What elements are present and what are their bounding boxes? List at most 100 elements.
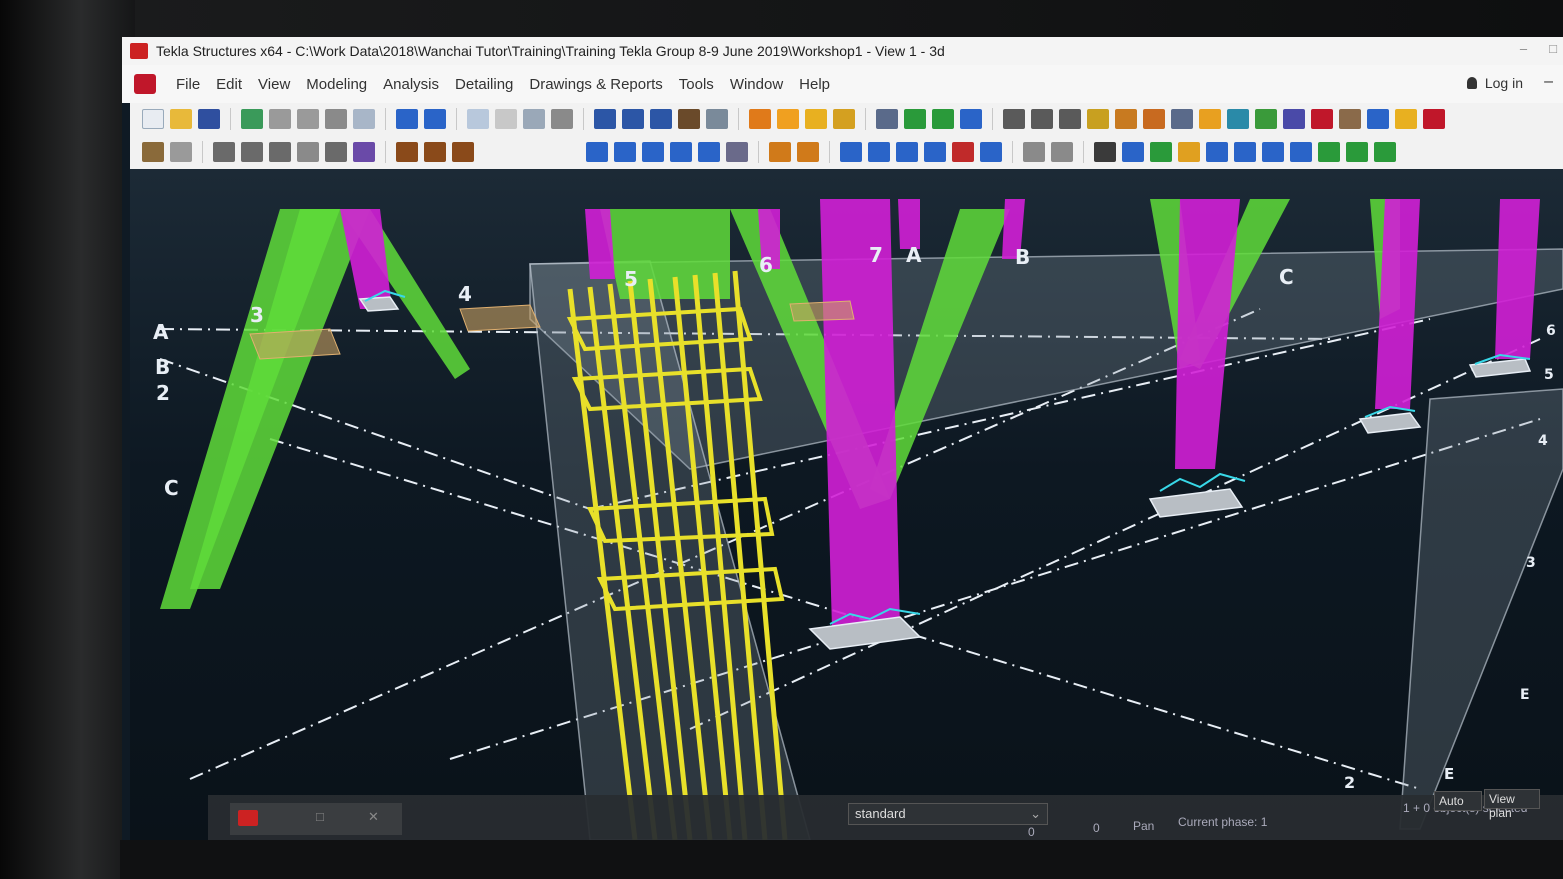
select-object-icon[interactable]: [932, 109, 954, 129]
auto-select-combo[interactable]: Auto: [1434, 791, 1482, 811]
cut-polygon-icon[interactable]: [868, 142, 890, 162]
concrete-beam-icon[interactable]: [241, 142, 263, 162]
paste-icon[interactable]: [495, 109, 517, 129]
menu-modeling[interactable]: Modeling: [306, 76, 367, 93]
panel-icon[interactable]: [325, 142, 347, 162]
catalog-icon[interactable]: [353, 109, 375, 129]
close-icon[interactable]: ✕: [368, 809, 379, 825]
bolt-icon[interactable]: [769, 142, 791, 162]
taskbar-preview[interactable]: □ ✕: [230, 803, 402, 835]
detail-icon[interactable]: [1206, 142, 1228, 162]
snap-icon[interactable]: [1227, 109, 1249, 129]
copy-icon[interactable]: [467, 109, 489, 129]
rebar-mesh-icon[interactable]: [452, 142, 474, 162]
angle-icon[interactable]: [1087, 109, 1109, 129]
curved-beam-icon[interactable]: [670, 142, 692, 162]
seam-icon[interactable]: [1234, 142, 1256, 162]
open-model-icon[interactable]: [170, 109, 192, 129]
cut-line-icon[interactable]: [840, 142, 862, 162]
pad-footing-icon[interactable]: [142, 142, 164, 162]
maximize-icon[interactable]: □: [316, 809, 324, 824]
menu-edit[interactable]: Edit: [216, 76, 242, 93]
new-model-icon[interactable]: [142, 109, 164, 129]
menu-detailing[interactable]: Detailing: [455, 76, 513, 93]
minimize-button[interactable]: –: [1520, 41, 1527, 56]
model-view-3d[interactable]: A B 2 3 4 5 6 7 A B C C E E 2 3 4 5 6: [130, 169, 1563, 840]
frame-icon[interactable]: [1003, 109, 1025, 129]
polybeam-icon[interactable]: [269, 142, 291, 162]
maximize-button[interactable]: □: [1549, 41, 1557, 56]
model-icon[interactable]: [297, 109, 319, 129]
steel-column-icon[interactable]: [586, 142, 608, 162]
rebar-shape-icon[interactable]: [424, 142, 446, 162]
orthogonal-beam-icon[interactable]: [726, 142, 748, 162]
numbering-icon[interactable]: [749, 109, 771, 129]
drawing-list-icon[interactable]: [777, 109, 799, 129]
dimension-icon[interactable]: [1059, 109, 1081, 129]
list-icon[interactable]: [1283, 109, 1305, 129]
component-icon[interactable]: [1150, 142, 1172, 162]
save-icon[interactable]: [198, 109, 220, 129]
lock-icon[interactable]: [1199, 109, 1221, 129]
custom-component-icon[interactable]: [1178, 142, 1200, 162]
pour-break-icon[interactable]: [1346, 142, 1368, 162]
more-icon[interactable]: [1367, 109, 1389, 129]
selection-filter-combo[interactable]: standard ⌄: [848, 803, 1048, 825]
menu-tools[interactable]: Tools: [679, 76, 714, 93]
delete-cut-icon[interactable]: [952, 142, 974, 162]
weld-icon[interactable]: [797, 142, 819, 162]
steel-polybeam-icon[interactable]: [642, 142, 664, 162]
twin-profile-icon[interactable]: [698, 142, 720, 162]
cast-unit-icon[interactable]: [1290, 142, 1312, 162]
inquire-icon[interactable]: [960, 109, 982, 129]
grid-icon[interactable]: [706, 109, 728, 129]
pick-icon[interactable]: [1171, 109, 1193, 129]
construction-line-icon[interactable]: [1023, 142, 1045, 162]
strip-footing-icon[interactable]: [170, 142, 192, 162]
warehouse-icon[interactable]: [1423, 109, 1445, 129]
move-icon[interactable]: [876, 109, 898, 129]
properties-icon[interactable]: [523, 109, 545, 129]
share-icon[interactable]: [241, 109, 263, 129]
concrete-column-icon[interactable]: [213, 142, 235, 162]
item-icon[interactable]: [353, 142, 375, 162]
steel-beam-icon[interactable]: [614, 142, 636, 162]
fit-part-icon[interactable]: [924, 142, 946, 162]
menu-help[interactable]: Help: [799, 76, 830, 93]
cut-part-icon[interactable]: [896, 142, 918, 162]
view-icon[interactable]: [594, 109, 616, 129]
chamfer-icon[interactable]: [980, 142, 1002, 162]
ribbon-collapse-button[interactable]: –: [1544, 73, 1553, 91]
undo-icon[interactable]: [396, 109, 418, 129]
surface-icon[interactable]: [1374, 142, 1396, 162]
redo-icon[interactable]: [424, 109, 446, 129]
applications-icon[interactable]: [1339, 109, 1361, 129]
construction-circle-icon[interactable]: [1051, 142, 1073, 162]
assembly-icon[interactable]: [1262, 142, 1284, 162]
publish-icon[interactable]: [269, 109, 291, 129]
rebar-icon[interactable]: [396, 142, 418, 162]
menu-view[interactable]: View: [258, 76, 290, 93]
create-drawing-icon[interactable]: [805, 109, 827, 129]
view-list-icon[interactable]: [650, 109, 672, 129]
menu-file[interactable]: File: [176, 76, 200, 93]
phase-icon[interactable]: [551, 109, 573, 129]
view-plane-button[interactable]: View plan: [1484, 789, 1540, 820]
binoculars-icon[interactable]: [1094, 142, 1116, 162]
login-button[interactable]: Log in: [1466, 75, 1523, 91]
portal-icon[interactable]: [1031, 109, 1053, 129]
tekla-menu-logo-icon[interactable]: [134, 74, 156, 94]
tekla-online-icon[interactable]: [1311, 109, 1333, 129]
select-assembly-icon[interactable]: [904, 109, 926, 129]
pour-icon[interactable]: [1318, 142, 1340, 162]
clip-plane-icon[interactable]: [678, 109, 700, 129]
menu-analysis[interactable]: Analysis: [383, 76, 439, 93]
organizer-icon[interactable]: [325, 109, 347, 129]
menu-drawings-reports[interactable]: Drawings & Reports: [529, 76, 662, 93]
menu-window[interactable]: Window: [730, 76, 783, 93]
slab-icon[interactable]: [297, 142, 319, 162]
clash-check-icon[interactable]: [1255, 109, 1277, 129]
work-area-icon[interactable]: [622, 109, 644, 129]
report-icon[interactable]: [833, 109, 855, 129]
arc-icon[interactable]: [1115, 109, 1137, 129]
